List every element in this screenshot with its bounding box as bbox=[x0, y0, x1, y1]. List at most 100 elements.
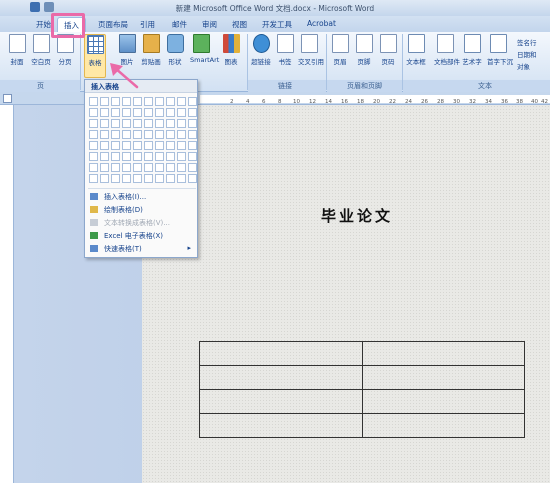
table-grid-cell[interactable] bbox=[122, 97, 131, 106]
document-page[interactable]: 毕业论文 bbox=[142, 105, 550, 483]
signature-line-button[interactable]: 签名行 bbox=[517, 37, 537, 47]
table-cell[interactable] bbox=[199, 365, 363, 390]
wordart-button[interactable]: 艺术字 bbox=[461, 34, 483, 66]
table-grid-cell[interactable] bbox=[188, 152, 197, 161]
document-table[interactable] bbox=[199, 341, 525, 438]
tab-review[interactable]: 审阅 bbox=[202, 19, 217, 30]
table-grid-cell[interactable] bbox=[100, 130, 109, 139]
clip-art-button[interactable]: 剪贴画 bbox=[140, 34, 162, 66]
table-grid-cell[interactable] bbox=[133, 130, 142, 139]
bookmark-button[interactable]: 书签 bbox=[274, 34, 296, 66]
footer-button[interactable]: 页脚 bbox=[353, 34, 375, 66]
drop-cap-button[interactable]: 首字下沉 bbox=[487, 34, 513, 66]
table-grid-cell[interactable] bbox=[89, 119, 98, 128]
cross-reference-button[interactable]: 交叉引用 bbox=[298, 34, 324, 66]
table-grid-cell[interactable] bbox=[133, 119, 142, 128]
table-grid-cell[interactable] bbox=[188, 174, 197, 183]
table-grid-cell[interactable] bbox=[166, 152, 175, 161]
table-grid-cell[interactable] bbox=[100, 119, 109, 128]
table-grid-cell[interactable] bbox=[144, 119, 153, 128]
table-grid-cell[interactable] bbox=[111, 119, 120, 128]
table-grid-cell[interactable] bbox=[177, 97, 186, 106]
tab-mailings[interactable]: 邮件 bbox=[172, 19, 187, 30]
table-grid-cell[interactable] bbox=[177, 130, 186, 139]
table-grid-cell[interactable] bbox=[144, 130, 153, 139]
table-grid-cell[interactable] bbox=[122, 119, 131, 128]
table-grid-cell[interactable] bbox=[166, 108, 175, 117]
table-grid-cell[interactable] bbox=[144, 141, 153, 150]
table-grid-cell[interactable] bbox=[177, 174, 186, 183]
table-grid-cell[interactable] bbox=[155, 152, 164, 161]
tab-references[interactable]: 引用 bbox=[140, 19, 155, 30]
table-grid-cell[interactable] bbox=[133, 108, 142, 117]
table-grid-cell[interactable] bbox=[144, 97, 153, 106]
table-grid-cell[interactable] bbox=[144, 152, 153, 161]
table-grid-cell[interactable] bbox=[155, 141, 164, 150]
table-grid-cell[interactable] bbox=[122, 174, 131, 183]
table-grid-cell[interactable] bbox=[111, 97, 120, 106]
tab-home[interactable]: 开始 bbox=[36, 19, 51, 30]
blank-page-button[interactable]: 空白页 bbox=[30, 34, 52, 66]
chart-button[interactable]: 图表 bbox=[220, 34, 242, 66]
table-grid-cell[interactable] bbox=[166, 97, 175, 106]
table-grid-cell[interactable] bbox=[155, 97, 164, 106]
table-grid-cell[interactable] bbox=[89, 163, 98, 172]
table-grid-cell[interactable] bbox=[155, 163, 164, 172]
table-grid-cell[interactable] bbox=[166, 130, 175, 139]
table-grid-cell[interactable] bbox=[166, 119, 175, 128]
table-grid-cell[interactable] bbox=[111, 163, 120, 172]
table-cell[interactable] bbox=[199, 341, 363, 366]
cover-page-button[interactable]: 封面 bbox=[6, 34, 28, 66]
page-number-button[interactable]: 页码 bbox=[377, 34, 399, 66]
table-grid-cell[interactable] bbox=[100, 141, 109, 150]
tab-view[interactable]: 视图 bbox=[232, 19, 247, 30]
table-grid-cell[interactable] bbox=[177, 108, 186, 117]
shapes-button[interactable]: 形状 bbox=[164, 34, 186, 66]
text-box-button[interactable]: 文本框 bbox=[405, 34, 427, 66]
table-grid-cell[interactable] bbox=[100, 108, 109, 117]
table-grid-cell[interactable] bbox=[122, 130, 131, 139]
table-cell[interactable] bbox=[361, 389, 525, 414]
table-grid-cell[interactable] bbox=[133, 141, 142, 150]
hyperlink-button[interactable]: 超链接 bbox=[250, 34, 272, 66]
table-grid-cell[interactable] bbox=[133, 174, 142, 183]
table-grid-cell[interactable] bbox=[111, 141, 120, 150]
smartart-button[interactable]: SmartArt bbox=[190, 34, 219, 64]
table-grid-cell[interactable] bbox=[89, 108, 98, 117]
table-grid-cell[interactable] bbox=[188, 141, 197, 150]
table-cell[interactable] bbox=[361, 413, 525, 438]
draw-table-menu-item[interactable]: 绘制表格(D) bbox=[85, 203, 197, 216]
table-grid-cell[interactable] bbox=[111, 108, 120, 117]
table-grid-cell[interactable] bbox=[111, 130, 120, 139]
table-grid-cell[interactable] bbox=[144, 163, 153, 172]
table-grid-cell[interactable] bbox=[111, 174, 120, 183]
table-grid-cell[interactable] bbox=[133, 97, 142, 106]
table-grid-cell[interactable] bbox=[89, 152, 98, 161]
table-grid-cell[interactable] bbox=[89, 141, 98, 150]
table-grid-cell[interactable] bbox=[188, 130, 197, 139]
tab-page-layout[interactable]: 页面布局 bbox=[98, 19, 128, 30]
table-grid-cell[interactable] bbox=[188, 97, 197, 106]
table-grid-cell[interactable] bbox=[100, 174, 109, 183]
vertical-ruler[interactable] bbox=[0, 105, 14, 483]
header-button[interactable]: 页眉 bbox=[329, 34, 351, 66]
table-grid-cell[interactable] bbox=[89, 174, 98, 183]
insert-table-menu-item[interactable]: 插入表格(I)... bbox=[85, 190, 197, 203]
table-grid-cell[interactable] bbox=[177, 119, 186, 128]
table-grid-cell[interactable] bbox=[155, 130, 164, 139]
document-heading[interactable]: 毕业论文 bbox=[292, 205, 422, 226]
tab-developer[interactable]: 开发工具 bbox=[262, 19, 292, 30]
table-grid-cell[interactable] bbox=[100, 152, 109, 161]
table-grid-cell[interactable] bbox=[155, 108, 164, 117]
table-grid-cell[interactable] bbox=[155, 119, 164, 128]
table-cell[interactable] bbox=[361, 341, 525, 366]
table-grid-cell[interactable] bbox=[188, 108, 197, 117]
table-grid-cell[interactable] bbox=[111, 152, 120, 161]
table-cell[interactable] bbox=[199, 413, 363, 438]
table-grid-cell[interactable] bbox=[155, 174, 164, 183]
quick-tables-menu-item[interactable]: 快速表格(T) ▸ bbox=[85, 242, 197, 255]
excel-spreadsheet-menu-item[interactable]: Excel 电子表格(X) bbox=[85, 229, 197, 242]
table-grid-cell[interactable] bbox=[166, 141, 175, 150]
table-button[interactable]: 表格 bbox=[84, 34, 106, 78]
table-grid-cell[interactable] bbox=[89, 97, 98, 106]
